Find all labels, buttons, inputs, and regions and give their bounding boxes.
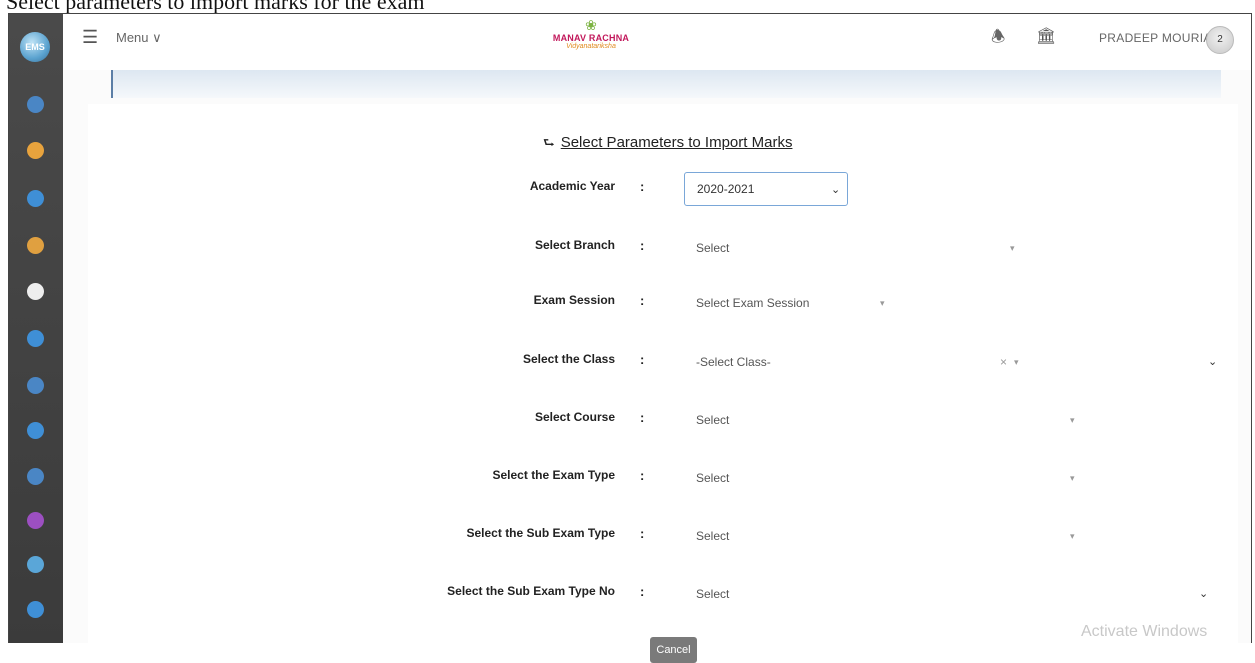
chevron-down-icon: ⌄ [1208, 356, 1218, 368]
fee-icon[interactable] [27, 237, 44, 254]
import-marks-card: ⮑ Select Parameters to Import Marks Acade… [88, 104, 1238, 663]
institution-icon[interactable]: 🏛 [1036, 26, 1056, 46]
sub-exam-type-select[interactable]: Select ▾ [684, 519, 1084, 553]
brand-name: MANAV RACHNA [552, 33, 630, 43]
field-label: Select the Sub Exam Type [466, 526, 616, 540]
cancel-button[interactable]: Cancel [650, 637, 697, 663]
field-value: Select [696, 471, 730, 485]
field-label: Select the Class [522, 352, 615, 366]
activate-windows-watermark: Activate Windows [1081, 623, 1208, 640]
student-icon[interactable] [27, 96, 44, 113]
field-value: -Select Class- [696, 355, 771, 369]
clear-icon[interactable]: × [1000, 355, 1007, 369]
branch-select[interactable]: Select ▾ [684, 231, 1024, 265]
avatar[interactable]: 2 [1206, 26, 1234, 54]
caret-down-icon: ▾ [1010, 243, 1015, 253]
field-label: Academic Year [529, 179, 615, 193]
academic-year-select[interactable]: 2020-2021 ⌄ [684, 172, 848, 206]
class-select[interactable]: -Select Class- ▾ × ⌄ [684, 345, 1217, 379]
field-colon: : [640, 410, 645, 425]
user-name[interactable]: PRADEEP MOURIA [1099, 31, 1212, 45]
message-icon[interactable] [27, 512, 44, 529]
classroom-icon[interactable] [27, 377, 44, 394]
caret-down-icon: ▾ [1070, 531, 1075, 541]
field-value: Select Exam Session [696, 296, 810, 310]
brand-leaf-icon: ❀ [585, 17, 597, 33]
caret-down-icon: ▾ [1070, 473, 1075, 483]
menu-dropdown[interactable]: Menu ∨ [116, 30, 162, 46]
side-rail: EMS [9, 14, 63, 643]
field-label: Select Branch [534, 238, 615, 252]
sub-exam-type-no-select[interactable]: Select ⌄ [684, 577, 1214, 611]
field-colon: : [640, 526, 645, 541]
field-value: Select [696, 587, 730, 601]
field-colon: : [640, 293, 645, 308]
field-colon: : [640, 352, 645, 367]
field-value: Select [696, 241, 730, 255]
chevron-down-icon: ⌄ [831, 184, 841, 196]
exam-session-select[interactable]: Select Exam Session ▾ [684, 286, 894, 320]
course-select[interactable]: Select ▾ [684, 403, 1084, 437]
field-colon: : [640, 584, 645, 599]
hamburger-icon[interactable]: ☰ [82, 28, 98, 46]
brand-tagline: Vidyanatariksha [566, 43, 616, 50]
report-icon[interactable] [27, 422, 44, 439]
field-label: Select the Exam Type [492, 468, 616, 482]
network-icon[interactable] [27, 601, 44, 618]
main-content: ⮑ Select Parameters to Import Marks Acade… [63, 70, 1251, 663]
caret-down-icon: ▾ [1070, 415, 1075, 425]
faculty-icon[interactable] [27, 142, 44, 159]
field-label: Select Course [534, 410, 615, 424]
field-label: Exam Session [533, 293, 615, 307]
field-colon: : [640, 468, 645, 483]
field-colon: : [640, 238, 645, 253]
top-bar: ☰ Menu ∨ ❀ MANAV RACHNA Vidyanatariksha … [63, 14, 1251, 71]
page-banner [111, 70, 1221, 98]
field-value: Select [696, 529, 730, 543]
chevron-down-icon: ⌄ [1199, 588, 1209, 600]
admission-icon[interactable] [27, 190, 44, 207]
document-caption: Select parameters to import marks for th… [6, 0, 425, 13]
field-colon: : [640, 179, 645, 194]
field-value: 2020-2021 [697, 182, 755, 196]
bell-icon[interactable]: 🕭 [991, 26, 1005, 53]
ems-logo[interactable]: EMS [20, 32, 50, 62]
field-value: Select [696, 413, 730, 427]
caret-down-icon: ▾ [880, 298, 885, 308]
exam-icon[interactable] [27, 283, 44, 300]
brand-logo: ❀ MANAV RACHNA Vidyanatariksha [536, 17, 646, 61]
timetable-icon[interactable] [27, 468, 44, 485]
field-label: Select the Sub Exam Type No [447, 584, 615, 598]
caret-down-icon: ▾ [1014, 357, 1019, 367]
exam-type-select[interactable]: Select ▾ [684, 461, 1084, 495]
staff-icon[interactable] [27, 330, 44, 347]
institute-icon[interactable] [27, 556, 44, 573]
